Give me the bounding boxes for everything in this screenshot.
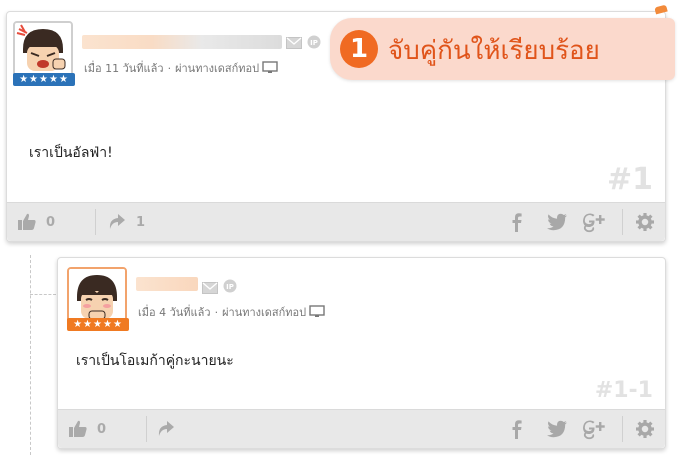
meta-separator: · xyxy=(214,306,219,319)
monitor-icon xyxy=(262,61,278,77)
thread-line xyxy=(30,255,31,455)
twitter-icon[interactable] xyxy=(546,419,568,439)
share-icon xyxy=(109,214,125,229)
facebook-icon[interactable] xyxy=(508,419,526,439)
share-button[interactable] xyxy=(156,419,176,439)
share-count: 1 xyxy=(136,214,146,230)
avatar-blush-image xyxy=(69,269,125,325)
like-button[interactable]: 0 xyxy=(68,419,106,439)
post-meta: เมื่อ 4 วันที่แล้ว · ผ่านทางเดสก์ทอป xyxy=(138,303,325,321)
social-share-group xyxy=(508,410,655,448)
ip-icon[interactable]: IP xyxy=(223,278,237,297)
like-count: 0 xyxy=(46,214,56,230)
social-share-group xyxy=(508,203,655,241)
post-time[interactable]: เมื่อ 4 วันที่แล้ว xyxy=(138,306,211,319)
facebook-icon[interactable] xyxy=(508,212,526,232)
google-plus-icon[interactable] xyxy=(582,418,608,440)
post-footer: 0 1 xyxy=(7,202,665,241)
post-number[interactable]: #1-1 xyxy=(595,378,653,403)
share-icon xyxy=(158,421,174,436)
step-number-badge: 1 xyxy=(340,30,378,68)
meta-separator: · xyxy=(167,62,172,75)
post-via: ผ่านทางเดสก์ทอป xyxy=(222,306,307,319)
gear-icon[interactable] xyxy=(635,419,655,439)
footer-divider xyxy=(622,416,623,442)
post-via: ผ่านทางเดสก์ทอป xyxy=(175,62,260,75)
google-plus-icon[interactable] xyxy=(582,211,608,233)
like-button[interactable]: 0 xyxy=(17,212,55,232)
thumbs-up-icon xyxy=(18,213,36,230)
post-meta: เมื่อ 11 วันที่แล้ว · ผ่านทางเดสก์ทอป xyxy=(84,59,278,77)
step-banner: 1 จับคู่กันให้เรียบร้อย xyxy=(330,18,675,80)
footer-divider xyxy=(146,416,147,442)
avatar-angry-image xyxy=(15,23,71,79)
gear-icon[interactable] xyxy=(635,212,655,232)
svg-text:IP: IP xyxy=(226,283,234,291)
share-button[interactable]: 1 xyxy=(107,212,145,232)
like-count: 0 xyxy=(97,421,107,437)
post-time[interactable]: เมื่อ 11 วันที่แล้ว xyxy=(84,62,164,75)
avatar[interactable] xyxy=(13,21,73,81)
monitor-icon xyxy=(309,305,325,321)
footer-divider xyxy=(95,209,96,235)
thread-branch xyxy=(30,294,56,295)
post-footer: 0 xyxy=(58,409,665,448)
rank-stars: ★★★★★ xyxy=(13,73,75,86)
svg-text:IP: IP xyxy=(310,39,318,47)
post-2-reply: ★★★★★ IP เมื่อ 4 วันที่แล้ว · ผ่านทางเดสก์… xyxy=(57,257,666,449)
post-number[interactable]: #1 xyxy=(607,162,653,197)
envelope-icon[interactable] xyxy=(202,279,218,298)
post-body: เราเป็นอัลฟ่า! xyxy=(29,145,113,161)
step-banner-text: จับคู่กันให้เรียบร้อย xyxy=(388,36,600,66)
post-body: เราเป็นโอเมก้าคู่กะนายนะ xyxy=(76,353,234,369)
twitter-icon[interactable] xyxy=(546,212,568,232)
footer-divider xyxy=(622,209,623,235)
thumbs-up-icon xyxy=(69,420,87,437)
rank-stars: ★★★★★ xyxy=(67,318,129,331)
envelope-icon[interactable] xyxy=(286,34,302,53)
username-blurred[interactable] xyxy=(136,277,198,291)
username-blurred[interactable] xyxy=(82,35,282,49)
ip-icon[interactable]: IP xyxy=(307,34,321,53)
